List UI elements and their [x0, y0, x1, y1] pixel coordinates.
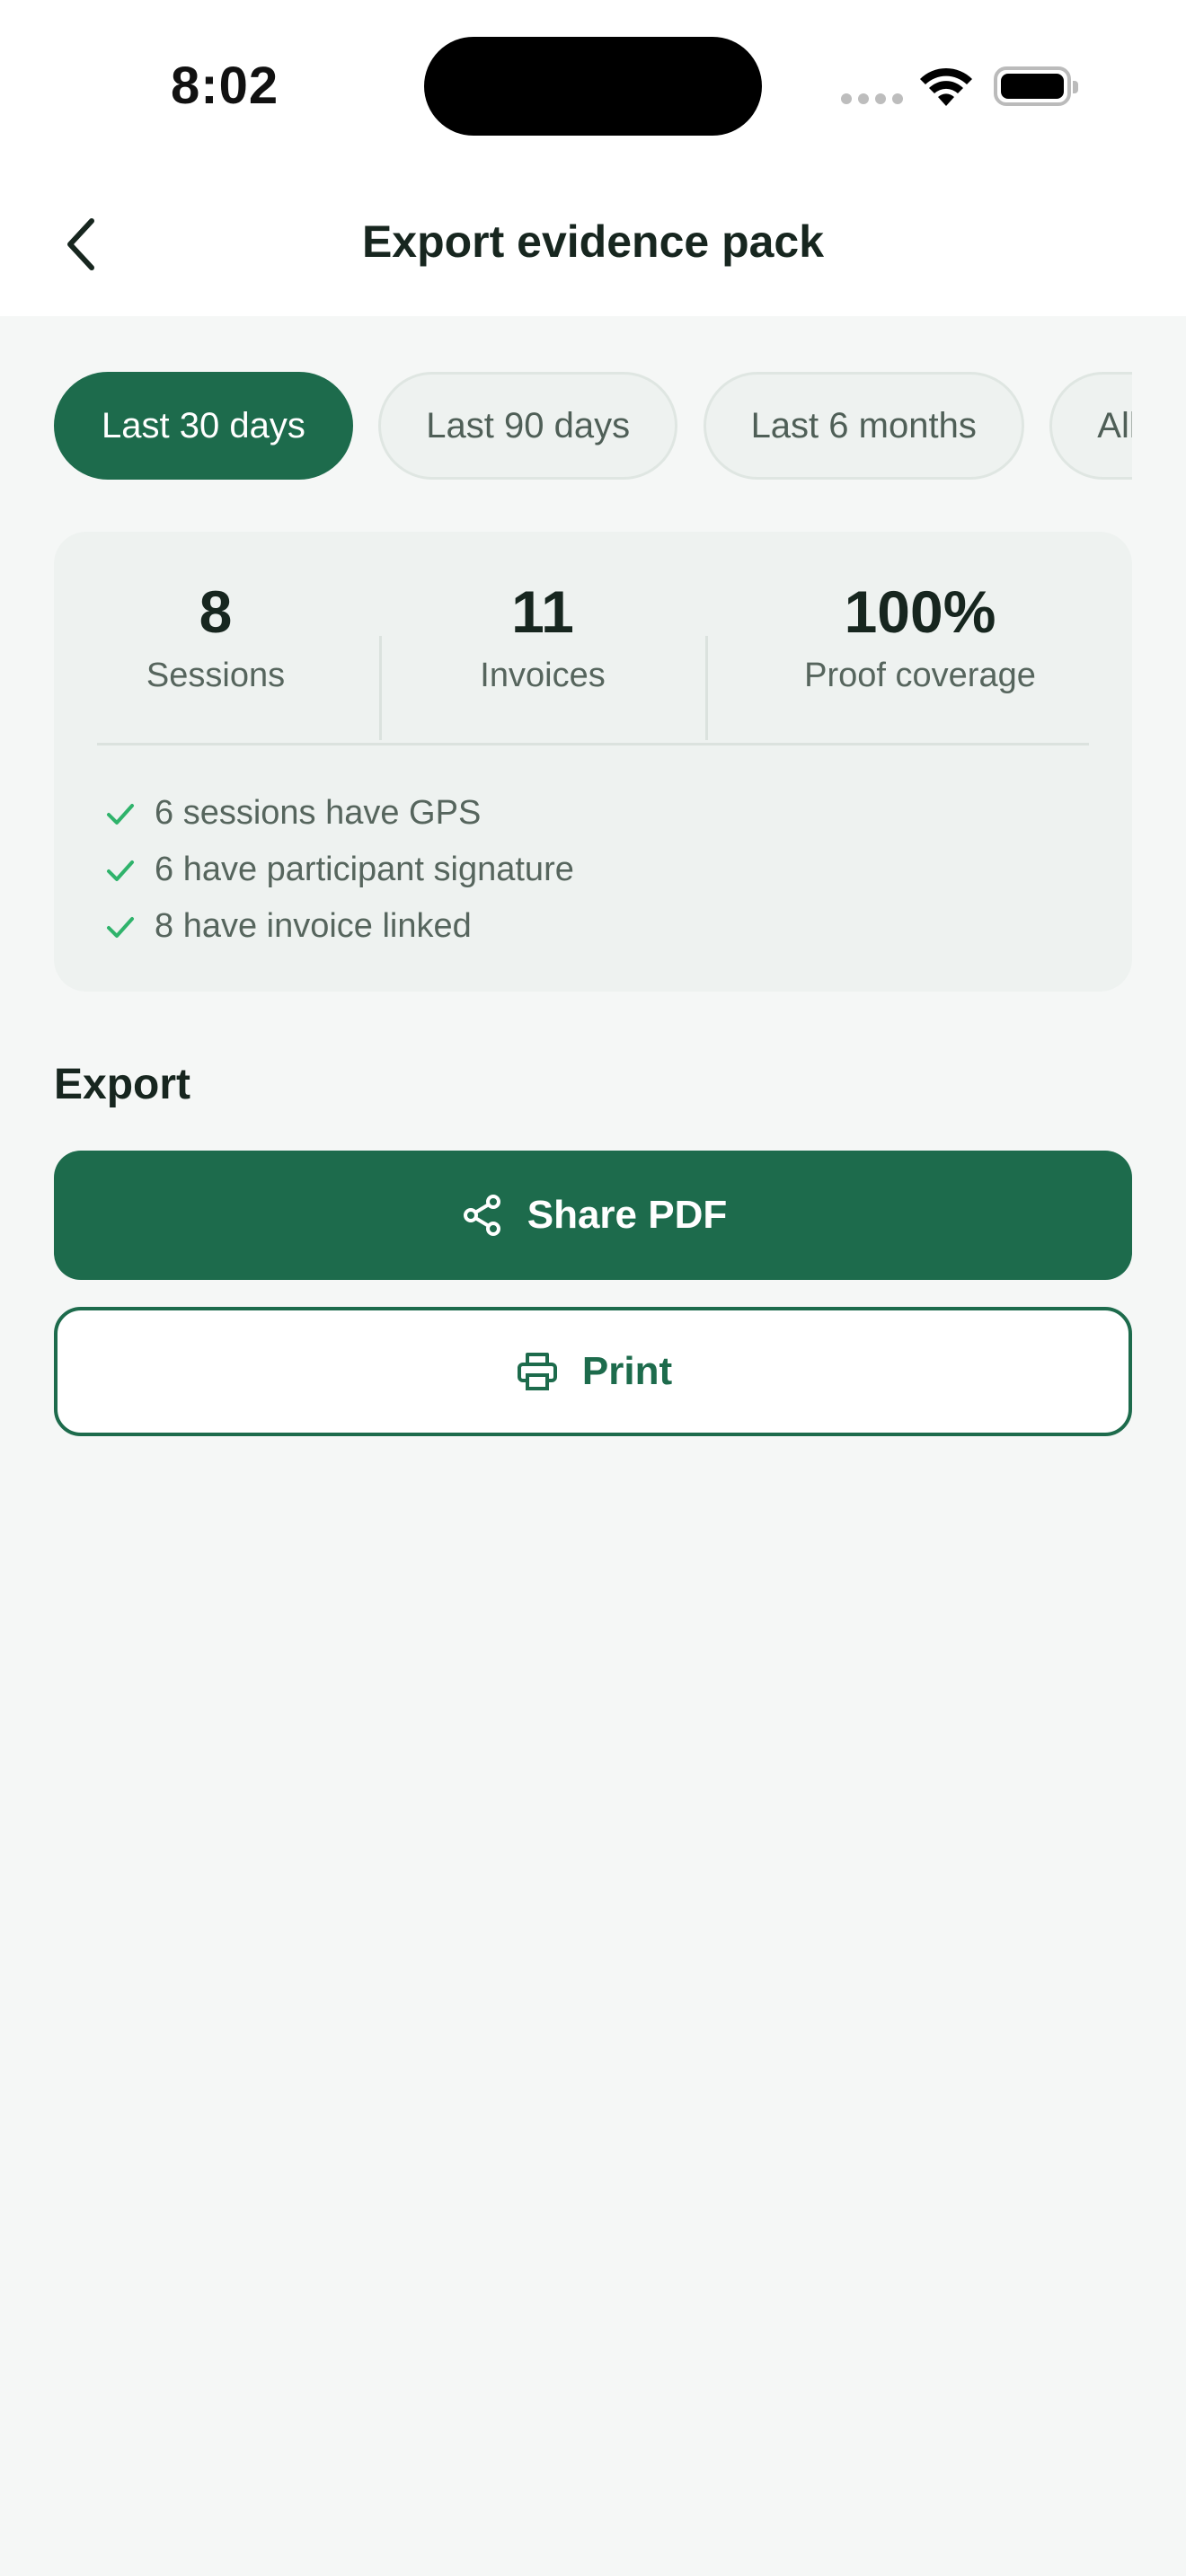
chip-last-90-days[interactable]: Last 90 days	[378, 372, 678, 480]
check-item: 8 have invoice linked	[101, 898, 574, 955]
date-range-chips[interactable]: Last 30 days Last 90 days Last 6 months …	[54, 372, 1132, 480]
wifi-icon	[918, 66, 974, 112]
print-button[interactable]: Print	[54, 1307, 1132, 1436]
checkmark-icon	[101, 794, 140, 834]
check-item: 6 sessions have GPS	[101, 785, 574, 842]
checkmark-icon	[101, 907, 140, 947]
status-bar: 8:02	[0, 0, 1186, 171]
cellular-signal-icon	[841, 93, 903, 104]
check-item: 6 have participant signature	[101, 842, 574, 898]
stats-row: 8 Sessions 11 Invoices 100% Proof covera…	[54, 577, 1132, 740]
stat-proof-coverage: 100% Proof coverage	[708, 577, 1132, 695]
print-label: Print	[581, 1349, 673, 1393]
check-item-text: 8 have invoice linked	[155, 907, 472, 945]
battery-icon	[994, 66, 1078, 106]
status-time: 8:02	[171, 57, 279, 115]
share-icon	[459, 1192, 506, 1239]
export-section-title: Export	[54, 1061, 191, 1108]
stat-label: Proof coverage	[804, 657, 1036, 695]
export-evidence-screen: 8:02 Export evidence pack Last 30 days L…	[0, 0, 1186, 2576]
stat-invoices: 11 Invoices	[381, 577, 704, 695]
checkmark-icon	[101, 851, 140, 890]
stat-value: 100%	[844, 578, 996, 645]
stat-value: 11	[511, 578, 574, 645]
dynamic-island	[424, 37, 762, 136]
share-pdf-label: Share PDF	[527, 1193, 728, 1237]
summary-card: 8 Sessions 11 Invoices 100% Proof covera…	[54, 532, 1132, 992]
card-divider	[97, 743, 1089, 745]
check-item-text: 6 sessions have GPS	[155, 794, 482, 832]
stat-sessions: 8 Sessions	[54, 577, 377, 695]
navigation-bar: Export evidence pack	[0, 171, 1186, 316]
printer-icon	[514, 1348, 561, 1395]
proof-checklist: 6 sessions have GPS 6 have participant s…	[101, 785, 574, 955]
check-item-text: 6 have participant signature	[155, 851, 574, 888]
chip-all-time[interactable]: All time	[1049, 372, 1132, 480]
stat-label: Sessions	[146, 657, 286, 695]
stat-label: Invoices	[480, 657, 606, 695]
page-title: Export evidence pack	[361, 216, 825, 267]
stat-value: 8	[199, 578, 233, 645]
share-pdf-button[interactable]: Share PDF	[54, 1151, 1132, 1280]
chip-last-30-days[interactable]: Last 30 days	[54, 372, 353, 480]
chip-last-6-months[interactable]: Last 6 months	[703, 372, 1024, 480]
